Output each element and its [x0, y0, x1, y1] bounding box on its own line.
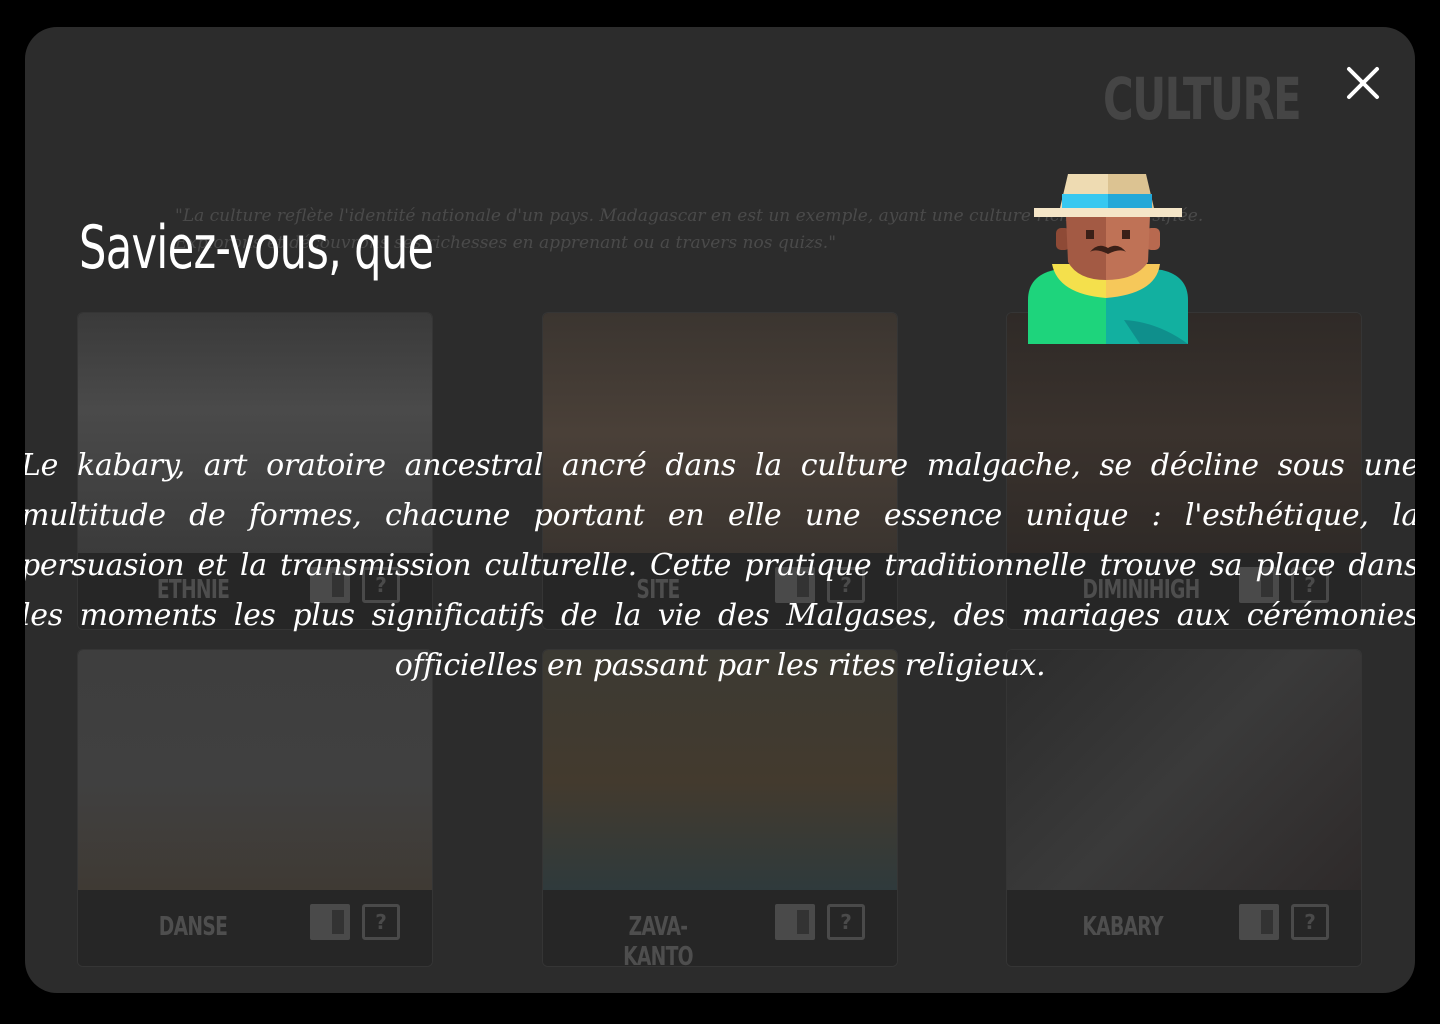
close-icon: [1347, 67, 1379, 99]
quiz-icon[interactable]: ?: [1291, 904, 1329, 940]
modal-heading: Saviez-vous, que: [79, 213, 434, 283]
culture-card-danse[interactable]: DANSE ?: [77, 649, 433, 967]
book-icon[interactable]: [1239, 904, 1279, 940]
malagasy-man-with-hat-icon: [1028, 174, 1188, 344]
quiz-icon[interactable]: ?: [362, 904, 400, 940]
fact-text: Le kabary, art oratoire ancestral ancré …: [25, 448, 1415, 683]
quiz-icon[interactable]: ?: [827, 904, 865, 940]
card-footer: KABARY ?: [1007, 890, 1361, 966]
card-footer: DANSE ?: [78, 890, 432, 966]
close-button[interactable]: [1343, 63, 1383, 103]
book-icon[interactable]: [310, 904, 350, 940]
culture-card-kabary[interactable]: KABARY ?: [1006, 649, 1362, 967]
card-label: KABARY: [1082, 912, 1163, 942]
page-title: CULTURE: [1103, 65, 1302, 133]
book-icon[interactable]: [775, 904, 815, 940]
card-label: DANSE: [158, 912, 228, 942]
culture-card-zava-kanto[interactable]: ZAVA-KANTO ?: [542, 649, 898, 967]
modal-panel: CULTURE "La culture reflète l'identité n…: [25, 27, 1415, 993]
card-label: ZAVA-KANTO: [623, 912, 693, 967]
card-footer: ZAVA-KANTO ?: [543, 890, 897, 966]
